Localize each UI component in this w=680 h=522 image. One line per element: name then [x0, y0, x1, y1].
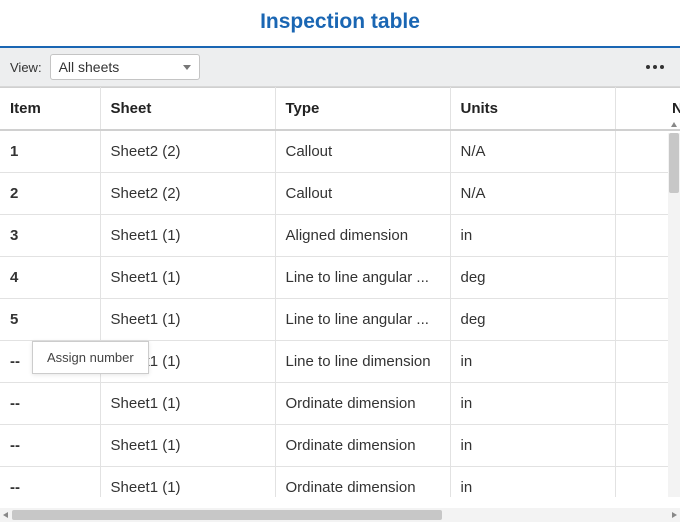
more-options-icon[interactable] — [640, 59, 670, 75]
context-tooltip: Assign number — [32, 341, 149, 374]
view-label: View: — [10, 60, 42, 75]
table-container: Item Sheet Type Units Nomi 1Sheet2 (2)Ca… — [0, 87, 680, 497]
cell-units[interactable]: in — [450, 341, 615, 383]
panel-title: Inspection table — [0, 0, 680, 48]
cell-type[interactable]: Callout — [275, 130, 450, 173]
col-header-item[interactable]: Item — [0, 88, 100, 131]
cell-type[interactable]: Aligned dimension — [275, 215, 450, 257]
cell-item[interactable]: 1 — [0, 130, 100, 173]
cell-item[interactable]: 3 — [0, 215, 100, 257]
cell-type[interactable]: Line to line angular ... — [275, 299, 450, 341]
cell-item[interactable]: -- — [0, 383, 100, 425]
table-row[interactable]: --Sheet1 (1)Ordinate dimensionin.74 — [0, 467, 680, 498]
cell-sheet[interactable]: Sheet1 (1) — [100, 383, 275, 425]
view-dropdown[interactable]: All sheets — [50, 54, 200, 80]
table-row[interactable]: 1Sheet2 (2)CalloutN/A1. — [0, 130, 680, 173]
cell-item[interactable]: -- — [0, 425, 100, 467]
cell-sheet[interactable]: Sheet1 (1) — [100, 215, 275, 257]
cell-units[interactable]: in — [450, 383, 615, 425]
inspection-table: Item Sheet Type Units Nomi 1Sheet2 (2)Ca… — [0, 87, 680, 497]
cell-units[interactable]: in — [450, 467, 615, 498]
cell-sheet[interactable]: Sheet2 (2) — [100, 173, 275, 215]
cell-item[interactable]: 2 — [0, 173, 100, 215]
cell-units[interactable]: N/A — [450, 173, 615, 215]
col-header-type[interactable]: Type — [275, 88, 450, 131]
view-dropdown-value: All sheets — [59, 59, 120, 75]
cell-units[interactable]: N/A — [450, 130, 615, 173]
table-row[interactable]: 2Sheet2 (2)CalloutN/A2. — [0, 173, 680, 215]
scroll-up-icon[interactable] — [671, 122, 677, 127]
cell-units[interactable]: in — [450, 215, 615, 257]
cell-type[interactable]: Ordinate dimension — [275, 383, 450, 425]
cell-sheet[interactable]: Sheet1 (1) — [100, 425, 275, 467]
cell-item[interactable]: -- — [0, 467, 100, 498]
cell-type[interactable]: Callout — [275, 173, 450, 215]
col-header-sheet[interactable]: Sheet — [100, 88, 275, 131]
cell-sheet[interactable]: Sheet2 (2) — [100, 130, 275, 173]
cell-sheet[interactable]: Sheet1 (1) — [100, 299, 275, 341]
cell-type[interactable]: Line to line angular ... — [275, 257, 450, 299]
horizontal-scrollbar-thumb[interactable] — [12, 510, 442, 520]
table-row[interactable]: 5Sheet1 (1)Line to line angular ...deg75… — [0, 299, 680, 341]
table-header-row: Item Sheet Type Units Nomi — [0, 88, 680, 131]
cell-type[interactable]: Line to line dimension — [275, 341, 450, 383]
cell-sheet[interactable]: Sheet1 (1) — [100, 467, 275, 498]
vertical-scrollbar[interactable] — [668, 133, 680, 497]
horizontal-scrollbar[interactable] — [0, 508, 680, 522]
vertical-scrollbar-thumb[interactable] — [669, 133, 679, 193]
cell-units[interactable]: deg — [450, 299, 615, 341]
col-header-units[interactable]: Units — [450, 88, 615, 131]
table-row[interactable]: 4Sheet1 (1)Line to line angular ...deg32… — [0, 257, 680, 299]
cell-units[interactable]: in — [450, 425, 615, 467]
table-row[interactable]: --Sheet1 (1)Ordinate dimensionin.00 — [0, 383, 680, 425]
scroll-right-icon[interactable] — [672, 512, 677, 518]
cell-type[interactable]: Ordinate dimension — [275, 467, 450, 498]
table-row[interactable]: 3Sheet1 (1)Aligned dimensionin.89 — [0, 215, 680, 257]
cell-units[interactable]: deg — [450, 257, 615, 299]
cell-item[interactable]: 5 — [0, 299, 100, 341]
cell-item[interactable]: 4 — [0, 257, 100, 299]
toolbar: View: All sheets — [0, 48, 680, 87]
scroll-left-icon[interactable] — [3, 512, 8, 518]
cell-sheet[interactable]: Sheet1 (1) — [100, 257, 275, 299]
cell-type[interactable]: Ordinate dimension — [275, 425, 450, 467]
table-row[interactable]: --Sheet1 (1)Ordinate dimensionin.23 — [0, 425, 680, 467]
chevron-down-icon — [183, 65, 191, 70]
